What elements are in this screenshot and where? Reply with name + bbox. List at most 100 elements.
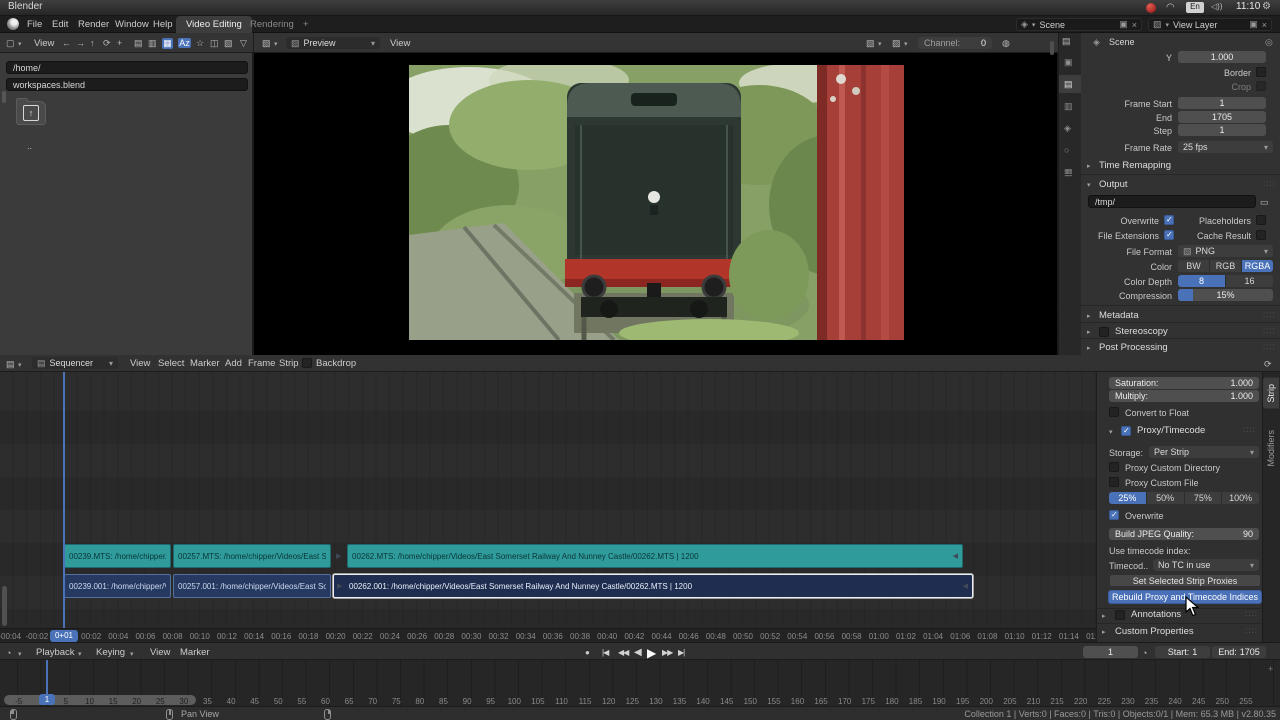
timeline-view-scrollbar[interactable] <box>4 695 196 705</box>
current-frame-field[interactable]: 1 <box>1083 646 1138 658</box>
create-directory-icon[interactable]: + <box>117 38 122 48</box>
timeline-menu-playback[interactable]: Playback <box>36 647 75 658</box>
compression-slider[interactable]: 15% <box>1178 289 1273 301</box>
sequencer-timeline-area[interactable]: 00239.MTS: /home/chipper/Vi00257.MTS: /h… <box>0 372 1096 642</box>
custom-properties-panel-header[interactable]: Custom Properties <box>1115 626 1194 637</box>
frame-start-field[interactable]: 1 <box>1178 97 1266 109</box>
keyboard-layout-indicator[interactable]: En <box>1186 2 1204 13</box>
up-icon[interactable]: ↑ <box>90 38 95 48</box>
timeline-current-frame-badge[interactable]: 1 <box>39 694 55 705</box>
output-path-input[interactable]: /tmp/ <box>1088 195 1256 208</box>
proxy-overwrite-checkbox[interactable] <box>1109 510 1119 520</box>
render-properties-tab[interactable]: ▣ <box>1064 57 1073 68</box>
world-properties-tab[interactable]: ○ <box>1064 145 1069 155</box>
filter-icon[interactable]: ▽ <box>240 38 247 49</box>
gear-icon[interactable]: ⚙ <box>1262 1 1271 12</box>
storage-dropdown[interactable]: Per Strip <box>1149 446 1259 458</box>
panel-grip-icon[interactable]: :::: <box>1245 626 1258 635</box>
proxy-custom-directory-checkbox[interactable] <box>1109 462 1119 472</box>
strip-handle-right-icon[interactable]: ◀ <box>963 575 968 597</box>
scene-properties-tab[interactable]: ◈ <box>1064 123 1071 134</box>
proxy-100-option[interactable]: 100% <box>1222 492 1259 504</box>
tab-modifiers[interactable]: Modifiers <box>1263 424 1279 473</box>
preview-view-menu[interactable]: View <box>390 38 410 49</box>
sequencer-view-type-dropdown[interactable]: ▤ Sequencer <box>32 357 118 369</box>
proxy-timecode-checkbox[interactable] <box>1121 426 1131 436</box>
menu-window[interactable]: Window <box>115 19 149 30</box>
frame-end-button[interactable]: End:1705 <box>1212 646 1266 658</box>
crop-checkbox[interactable] <box>1256 81 1266 91</box>
expand-corner-icon[interactable]: + <box>1268 664 1273 674</box>
overlays-ghost-icon[interactable]: ◍ <box>1002 38 1010 49</box>
frame-end-field[interactable]: 1705 <box>1178 111 1266 123</box>
backdrop-checkbox[interactable] <box>302 358 312 368</box>
display-horizontal-list-icon[interactable]: ▥ <box>148 38 157 49</box>
sequencer-menu-marker[interactable]: Marker <box>190 358 220 369</box>
color-bw-option[interactable]: BW <box>1178 260 1210 272</box>
file-format-dropdown[interactable]: ▧ PNG <box>1178 245 1273 257</box>
panel-grip-icon[interactable]: :::: <box>1243 425 1256 434</box>
sequencer-time-ruler[interactable]: 0+01 -00:04-00:0200:0200:0400:0600:0800:… <box>0 628 1096 642</box>
display-channels-icon[interactable]: ▧ <box>866 38 875 49</box>
saturation-slider[interactable]: Saturation: 1.000 <box>1109 377 1259 389</box>
scene-selector[interactable]: ◈▾ Scene ▣ × <box>1016 18 1142 31</box>
menu-render[interactable]: Render <box>78 19 109 30</box>
sort-alphabetical-icon[interactable]: Az <box>178 38 191 48</box>
set-selected-strip-proxies-button[interactable]: Set Selected Strip Proxies <box>1109 574 1261 587</box>
time-remapping-panel-header[interactable]: Time Remapping <box>1099 160 1171 171</box>
volume-icon[interactable]: ◁)) <box>1211 2 1222 11</box>
sequencer-menu-add[interactable]: Add <box>225 358 242 369</box>
placeholders-checkbox[interactable] <box>1256 215 1266 225</box>
output-panel-header[interactable]: Output <box>1099 179 1128 190</box>
sequencer-strip[interactable]: 00257.001: /home/chipper/Videos/East Som <box>173 574 331 598</box>
proxy-50-option[interactable]: 50% <box>1147 492 1185 504</box>
proxy-timecode-panel-header[interactable]: Proxy/Timecode <box>1137 425 1205 436</box>
convert-to-float-checkbox[interactable] <box>1109 407 1119 417</box>
timecode-dropdown[interactable]: No TC in use <box>1153 559 1259 571</box>
back-icon[interactable]: ← <box>62 38 71 48</box>
post-processing-panel-header[interactable]: Post Processing <box>1099 342 1168 353</box>
sequencer-strip[interactable]: 00239.001: /home/chipper/Vi <box>64 574 171 598</box>
stereoscopy-panel-header[interactable]: Stereoscopy <box>1115 326 1168 337</box>
timeline-menu-marker[interactable]: Marker <box>180 647 210 658</box>
proxy-75-option[interactable]: 75% <box>1185 492 1223 504</box>
jump-to-start-icon[interactable]: |◀ <box>602 648 608 657</box>
close-icon[interactable]: × <box>1262 20 1267 30</box>
use-preview-range-clock-icon[interactable]: ◔ <box>1142 648 1147 658</box>
sequencer-strip[interactable]: ▶00262.MTS: /home/chipper/Videos/East So… <box>347 544 963 568</box>
panel-grip-icon[interactable]: :::: <box>1263 326 1276 335</box>
frame-rate-dropdown[interactable]: 25 fps <box>1178 141 1273 153</box>
file-name-input[interactable]: workspaces.blend <box>6 78 248 91</box>
timeline-menu-keying[interactable]: Keying <box>96 647 125 658</box>
proxy-custom-file-checkbox[interactable] <box>1109 477 1119 487</box>
sequencer-menu-view[interactable]: View <box>130 358 150 369</box>
new-scene-button[interactable]: ▣ <box>1119 19 1128 30</box>
sort-size-icon[interactable]: ▧ <box>224 38 233 49</box>
wifi-icon[interactable]: ◠ <box>1166 2 1175 13</box>
channel-stepper[interactable]: Channel: 0 <box>918 37 992 49</box>
properties-editor-icon[interactable]: ▤ <box>1062 36 1071 47</box>
tab-strip[interactable]: Strip <box>1263 378 1279 409</box>
menu-help[interactable]: Help <box>153 19 173 30</box>
menu-file[interactable]: File <box>27 19 42 30</box>
sequencer-menu-strip[interactable]: Strip <box>279 358 299 369</box>
previous-keyframe-icon[interactable]: ◀◀ <box>618 648 628 657</box>
pin-icon[interactable]: ◎ <box>1265 37 1273 48</box>
metadata-panel-header[interactable]: Metadata <box>1099 310 1139 321</box>
display-alpha-icon[interactable]: ▨ <box>892 38 901 49</box>
preview-display-mode-dropdown[interactable]: ▧ Preview <box>286 37 380 49</box>
display-thumbnails-icon[interactable]: ▦ <box>162 38 173 49</box>
sequencer-editor-icon[interactable]: ▤ <box>6 359 15 370</box>
file-browser-editor-icon[interactable]: ▢ <box>6 38 15 49</box>
frame-step-field[interactable]: 1 <box>1178 124 1266 136</box>
color-rgb-option[interactable]: RGB <box>1210 260 1242 272</box>
notification-icon[interactable] <box>1146 3 1156 13</box>
annotations-panel-header[interactable]: Annotations <box>1131 609 1181 620</box>
timeline-menu-view[interactable]: View <box>150 647 170 658</box>
directory-path-input[interactable]: /home/ <box>6 61 248 74</box>
play-icon[interactable]: ▶ <box>647 646 655 660</box>
border-checkbox[interactable] <box>1256 67 1266 77</box>
sequencer-menu-select[interactable]: Select <box>158 358 184 369</box>
sequencer-menu-frame[interactable]: Frame <box>248 358 275 369</box>
sort-extension-icon[interactable]: ☆ <box>196 38 204 49</box>
